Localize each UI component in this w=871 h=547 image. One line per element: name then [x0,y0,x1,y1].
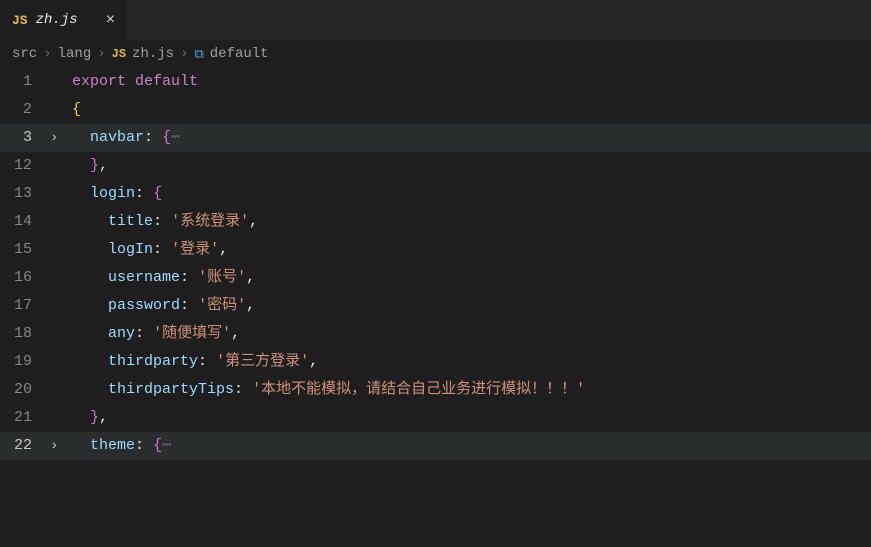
line-number: 16 [0,264,50,292]
fold-gutter [50,68,72,96]
line-number: 1 [0,68,50,96]
line-number: 20 [0,376,50,404]
code-line: 1 export default [0,68,871,96]
js-file-icon: JS [12,13,28,28]
chevron-right-icon: › [50,438,58,454]
chevron-right-icon: › [50,130,58,146]
tab-bar: JS zh.js × [0,0,871,40]
line-number: 15 [0,236,50,264]
code-line: 18 any: '随便填写', [0,320,871,348]
chevron-right-icon: › [97,46,105,62]
line-number: 21 [0,404,50,432]
close-icon[interactable]: × [106,11,116,29]
code-editor[interactable]: 1 export default 2 { 3 › navbar: {⋯ 12 }… [0,68,871,460]
line-number: 22 [0,432,50,460]
line-number: 19 [0,348,50,376]
breadcrumb: src › lang › JS zh.js › ⧉ default [0,40,871,68]
code-line: 3 › navbar: {⋯ [0,124,871,152]
breadcrumb-seg[interactable]: default [210,46,269,62]
fold-gutter [50,96,72,124]
line-number: 14 [0,208,50,236]
code-line: 14 title: '系统登录', [0,208,871,236]
chevron-right-icon: › [43,46,51,62]
code-line: 12 }, [0,152,871,180]
breadcrumb-seg[interactable]: src [12,46,37,62]
breadcrumb-seg[interactable]: lang [58,46,92,62]
code-line: 22 › theme: {⋯ [0,432,871,460]
code-line: 21 }, [0,404,871,432]
line-number: 12 [0,152,50,180]
line-number: 17 [0,292,50,320]
code-line: 2 { [0,96,871,124]
line-number: 2 [0,96,50,124]
code-line: 13 login: { [0,180,871,208]
js-file-icon: JS [112,47,126,61]
code-line: 16 username: '账号', [0,264,871,292]
code-line: 17 password: '密码', [0,292,871,320]
symbol-icon: ⧉ [194,47,203,62]
chevron-right-icon: › [180,46,188,62]
editor-tab[interactable]: JS zh.js × [0,0,128,40]
fold-toggle[interactable]: › [50,432,72,460]
code-line: 19 thirdparty: '第三方登录', [0,348,871,376]
line-number: 13 [0,180,50,208]
code-line: 20 thirdpartyTips: '本地不能模拟，请结合自己业务进行模拟！！… [0,376,871,404]
fold-toggle[interactable]: › [50,124,72,152]
breadcrumb-seg[interactable]: zh.js [132,46,174,62]
line-number: 3 [0,124,50,152]
line-number: 18 [0,320,50,348]
tab-title: zh.js [36,12,78,28]
code-line: 15 logIn: '登录', [0,236,871,264]
